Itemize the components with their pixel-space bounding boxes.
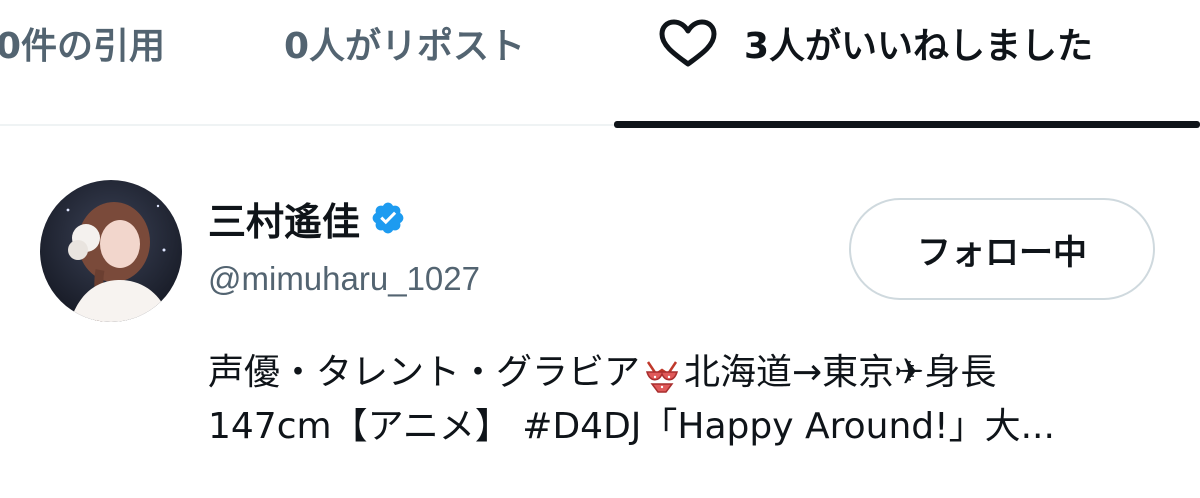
user-bio: 声優・タレント・グラビア 北海道→東京✈身長 147cm【アニメ】 #D4DJ「… xyxy=(208,346,1168,454)
tab-reposts-label: 0人がリポスト xyxy=(284,26,526,67)
engagement-tabs: 0件の引用 0人がリポスト 3人がいいねしました xyxy=(0,0,1200,128)
following-button[interactable]: フォロー中 xyxy=(849,198,1155,300)
avatar[interactable] xyxy=(40,180,182,322)
user-handle[interactable]: @mimuharu_1027 xyxy=(208,260,480,298)
tab-quotes[interactable]: 0件の引用 xyxy=(0,18,165,68)
tab-reposts[interactable]: 0人がリポスト xyxy=(284,18,525,68)
active-tab-indicator xyxy=(614,121,1200,128)
bio-line-1: 声優・タレント・グラビア 北海道→東京✈身長 xyxy=(208,346,1168,400)
tab-likes[interactable]: 3人がいいねしました xyxy=(656,18,1093,68)
display-name[interactable]: 三村遙佳 xyxy=(208,191,360,246)
bikini-emoji-icon xyxy=(642,356,682,393)
heart-icon xyxy=(656,18,722,68)
bio-line-2: 147cm【アニメ】 #D4DJ「Happy Around!」大... xyxy=(208,406,1055,447)
tab-likes-label: 3人がいいねしました xyxy=(744,26,1094,67)
tab-quotes-label: 0件の引用 xyxy=(0,26,166,67)
bio-text-1b: 北海道→東京✈身長 xyxy=(684,352,997,393)
verified-badge-icon xyxy=(370,200,406,236)
user-name-row[interactable]: 三村遙佳 xyxy=(208,192,406,244)
bio-text-1a: 声優・タレント・グラビア xyxy=(208,352,641,393)
following-button-label: フォロー中 xyxy=(917,232,1087,273)
